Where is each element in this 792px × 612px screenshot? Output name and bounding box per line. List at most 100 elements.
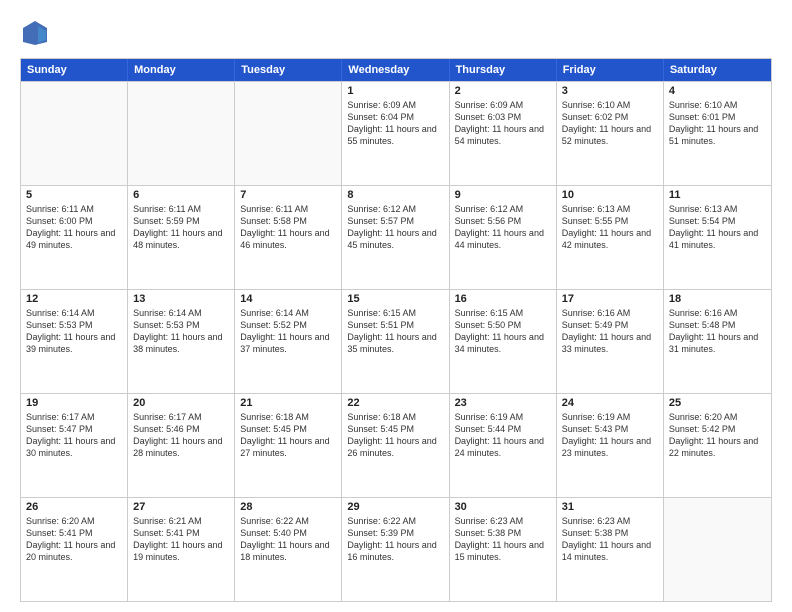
cell-info: Sunrise: 6:15 AM Sunset: 5:51 PM Dayligh… [347,307,443,356]
page: SundayMondayTuesdayWednesdayThursdayFrid… [0,0,792,612]
cell-info: Sunrise: 6:22 AM Sunset: 5:40 PM Dayligh… [240,515,336,564]
logo [20,18,54,48]
calendar-cell: 30 Sunrise: 6:23 AM Sunset: 5:38 PM Dayli… [450,498,557,601]
calendar-cell: 6 Sunrise: 6:11 AM Sunset: 5:59 PM Daylig… [128,186,235,289]
cell-info: Sunrise: 6:17 AM Sunset: 5:47 PM Dayligh… [26,411,122,460]
calendar-cell: 14Sunrise: 6:14 AM Sunset: 5:52 PM Dayli… [235,290,342,393]
day-number: 18 [669,293,766,305]
cell-info: Sunrise: 6:16 AM Sunset: 5:48 PM Dayligh… [669,307,766,356]
logo-icon [20,18,50,48]
calendar-cell: 16Sunrise: 6:15 AM Sunset: 5:50 PM Dayli… [450,290,557,393]
day-number: 14 [240,293,336,305]
calendar-cell: 13Sunrise: 6:14 AM Sunset: 5:53 PM Dayli… [128,290,235,393]
calendar-header-cell: Thursday [450,59,557,81]
cell-info: Sunrise: 6:09 AM Sunset: 6:03 PM Dayligh… [455,99,551,148]
calendar-week-row: 12 Sunrise: 6:14 AM Sunset: 5:53 PM Dayli… [21,289,771,393]
calendar-week-row: 5 Sunrise: 6:11 AM Sunset: 6:00 PM Daylig… [21,185,771,289]
day-number: 27 [133,501,229,513]
day-number: 9 [455,189,551,201]
calendar-cell: 1Sunrise: 6:09 AM Sunset: 6:04 PM Daylig… [342,82,449,185]
day-number: 31 [562,501,658,513]
calendar-cell: 4 Sunrise: 6:10 AM Sunset: 6:01 PM Daylig… [664,82,771,185]
cell-info: Sunrise: 6:18 AM Sunset: 5:45 PM Dayligh… [347,411,443,460]
cell-info: Sunrise: 6:12 AM Sunset: 5:57 PM Dayligh… [347,203,443,252]
day-number: 4 [669,85,766,97]
calendar-cell: 12 Sunrise: 6:14 AM Sunset: 5:53 PM Dayli… [21,290,128,393]
day-number: 24 [562,397,658,409]
cell-info: Sunrise: 6:11 AM Sunset: 5:58 PM Dayligh… [240,203,336,252]
calendar-cell: 19 Sunrise: 6:17 AM Sunset: 5:47 PM Dayli… [21,394,128,497]
day-number: 8 [347,189,443,201]
calendar-cell: 25 Sunrise: 6:20 AM Sunset: 5:42 PM Dayli… [664,394,771,497]
calendar-cell [235,82,342,185]
day-number: 26 [26,501,122,513]
header [20,18,772,48]
cell-info: Sunrise: 6:23 AM Sunset: 5:38 PM Dayligh… [455,515,551,564]
calendar-cell: 31 Sunrise: 6:23 AM Sunset: 5:38 PM Dayli… [557,498,664,601]
day-number: 1 [347,85,443,97]
cell-info: Sunrise: 6:21 AM Sunset: 5:41 PM Dayligh… [133,515,229,564]
cell-info: Sunrise: 6:19 AM Sunset: 5:44 PM Dayligh… [455,411,551,460]
day-number: 20 [133,397,229,409]
cell-info: Sunrise: 6:10 AM Sunset: 6:01 PM Dayligh… [669,99,766,148]
calendar-cell: 9 Sunrise: 6:12 AM Sunset: 5:56 PM Daylig… [450,186,557,289]
day-number: 2 [455,85,551,97]
calendar-cell: 18 Sunrise: 6:16 AM Sunset: 5:48 PM Dayli… [664,290,771,393]
calendar-week-row: 1Sunrise: 6:09 AM Sunset: 6:04 PM Daylig… [21,81,771,185]
calendar-cell: 10 Sunrise: 6:13 AM Sunset: 5:55 PM Dayli… [557,186,664,289]
day-number: 7 [240,189,336,201]
calendar-cell: 3Sunrise: 6:10 AM Sunset: 6:02 PM Daylig… [557,82,664,185]
day-number: 19 [26,397,122,409]
calendar-header-cell: Monday [128,59,235,81]
cell-info: Sunrise: 6:12 AM Sunset: 5:56 PM Dayligh… [455,203,551,252]
calendar-header-cell: Tuesday [235,59,342,81]
calendar-cell: 5 Sunrise: 6:11 AM Sunset: 6:00 PM Daylig… [21,186,128,289]
day-number: 25 [669,397,766,409]
cell-info: Sunrise: 6:20 AM Sunset: 5:42 PM Dayligh… [669,411,766,460]
calendar-cell: 26 Sunrise: 6:20 AM Sunset: 5:41 PM Dayli… [21,498,128,601]
cell-info: Sunrise: 6:11 AM Sunset: 5:59 PM Dayligh… [133,203,229,252]
day-number: 29 [347,501,443,513]
day-number: 30 [455,501,551,513]
day-number: 5 [26,189,122,201]
calendar-header-cell: Wednesday [342,59,449,81]
cell-info: Sunrise: 6:16 AM Sunset: 5:49 PM Dayligh… [562,307,658,356]
cell-info: Sunrise: 6:22 AM Sunset: 5:39 PM Dayligh… [347,515,443,564]
day-number: 28 [240,501,336,513]
calendar-body: 1Sunrise: 6:09 AM Sunset: 6:04 PM Daylig… [21,81,771,601]
day-number: 6 [133,189,229,201]
day-number: 10 [562,189,658,201]
day-number: 13 [133,293,229,305]
calendar-cell: 8 Sunrise: 6:12 AM Sunset: 5:57 PM Daylig… [342,186,449,289]
calendar-week-row: 19 Sunrise: 6:17 AM Sunset: 5:47 PM Dayli… [21,393,771,497]
cell-info: Sunrise: 6:13 AM Sunset: 5:55 PM Dayligh… [562,203,658,252]
calendar: SundayMondayTuesdayWednesdayThursdayFrid… [20,58,772,602]
calendar-cell: 29 Sunrise: 6:22 AM Sunset: 5:39 PM Dayli… [342,498,449,601]
day-number: 16 [455,293,551,305]
cell-info: Sunrise: 6:19 AM Sunset: 5:43 PM Dayligh… [562,411,658,460]
calendar-week-row: 26 Sunrise: 6:20 AM Sunset: 5:41 PM Dayli… [21,497,771,601]
cell-info: Sunrise: 6:20 AM Sunset: 5:41 PM Dayligh… [26,515,122,564]
calendar-cell: 24 Sunrise: 6:19 AM Sunset: 5:43 PM Dayli… [557,394,664,497]
cell-info: Sunrise: 6:17 AM Sunset: 5:46 PM Dayligh… [133,411,229,460]
day-number: 21 [240,397,336,409]
calendar-cell [664,498,771,601]
calendar-cell: 28 Sunrise: 6:22 AM Sunset: 5:40 PM Dayli… [235,498,342,601]
calendar-header-cell: Sunday [21,59,128,81]
calendar-cell: 20 Sunrise: 6:17 AM Sunset: 5:46 PM Dayli… [128,394,235,497]
cell-info: Sunrise: 6:14 AM Sunset: 5:53 PM Dayligh… [26,307,122,356]
cell-info: Sunrise: 6:23 AM Sunset: 5:38 PM Dayligh… [562,515,658,564]
calendar-header-cell: Friday [557,59,664,81]
day-number: 22 [347,397,443,409]
calendar-header-row: SundayMondayTuesdayWednesdayThursdayFrid… [21,59,771,81]
calendar-cell [128,82,235,185]
day-number: 12 [26,293,122,305]
calendar-cell: 17Sunrise: 6:16 AM Sunset: 5:49 PM Dayli… [557,290,664,393]
day-number: 15 [347,293,443,305]
day-number: 3 [562,85,658,97]
day-number: 11 [669,189,766,201]
calendar-cell: 7 Sunrise: 6:11 AM Sunset: 5:58 PM Daylig… [235,186,342,289]
cell-info: Sunrise: 6:11 AM Sunset: 6:00 PM Dayligh… [26,203,122,252]
calendar-cell: 11Sunrise: 6:13 AM Sunset: 5:54 PM Dayli… [664,186,771,289]
calendar-cell: 23Sunrise: 6:19 AM Sunset: 5:44 PM Dayli… [450,394,557,497]
